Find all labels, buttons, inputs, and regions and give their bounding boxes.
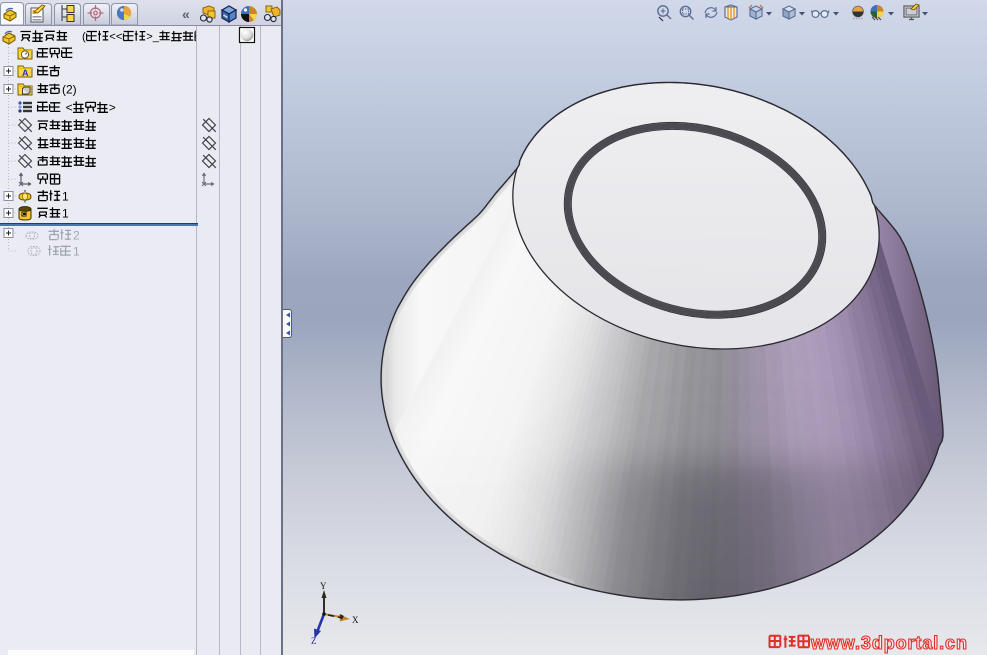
svg-text:«: « [182,6,190,22]
svg-text:X: X [352,615,359,625]
svg-text:Y: Y [320,581,327,591]
svg-text:Z: Z [311,636,317,646]
svg-text:C: C [22,212,26,218]
svg-text:A: A [22,68,29,78]
